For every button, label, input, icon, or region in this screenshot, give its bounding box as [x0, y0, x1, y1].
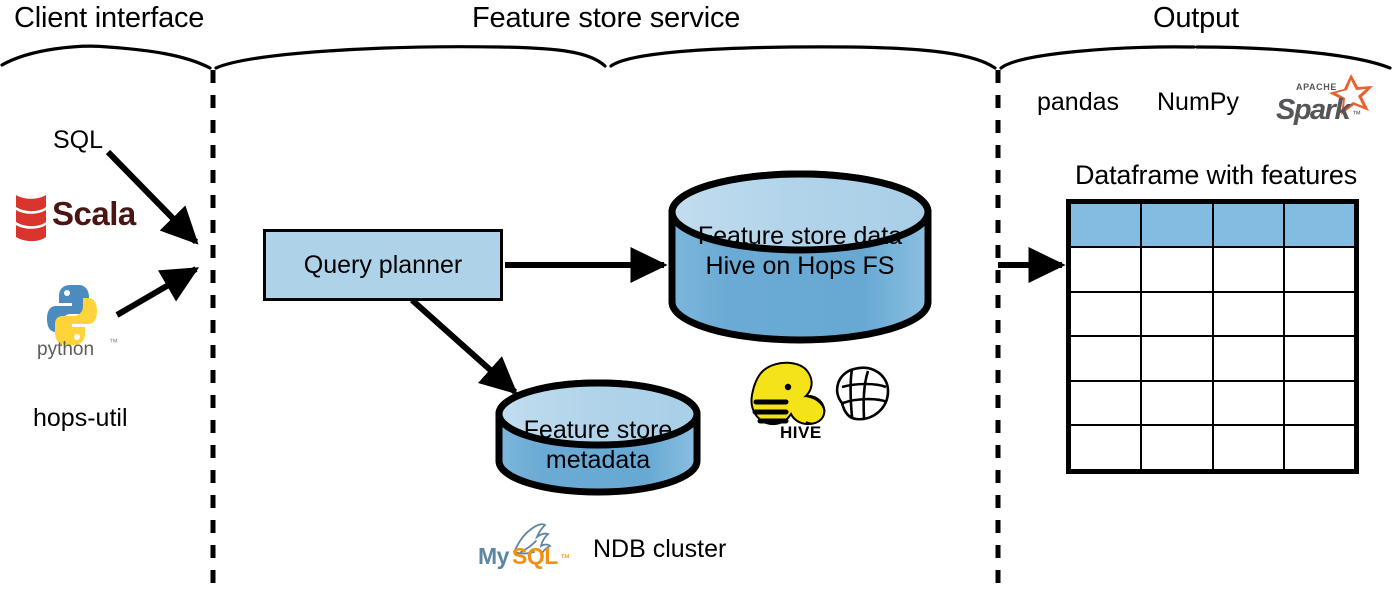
dataframe-cell [1211, 379, 1285, 427]
query-planner-label: Query planner [303, 250, 463, 279]
scala-label: Scala [52, 195, 136, 232]
dataframe-cell [1211, 246, 1285, 293]
spark-apache-label: APACHE [1296, 82, 1337, 92]
mysql-label-sql: SQL [512, 543, 558, 569]
dataframe-cell [1140, 379, 1214, 427]
dataframe-row [1068, 379, 1357, 427]
spark-label: Spark [1276, 94, 1351, 126]
hops-fs-icon [835, 366, 890, 421]
hive-icon: HIVE [750, 361, 826, 442]
spark-trademark: ™ [1352, 109, 1361, 119]
dataframe-cell [1140, 290, 1214, 338]
dataframe-row [1068, 246, 1357, 293]
feature-store-metadata-line1: Feature store [523, 416, 673, 444]
dataframe-cell [1068, 246, 1143, 293]
feature-store-data-label: Feature store data Hive on Hops FS [672, 222, 928, 281]
dataframe-header-cell [1282, 202, 1357, 248]
dataframe-cell [1211, 335, 1285, 382]
sql-label: SQL [53, 126, 104, 154]
dataframe-cell [1068, 424, 1143, 471]
dataframe-cell [1068, 335, 1143, 382]
dataframe-cell [1282, 379, 1357, 427]
brace-client-interface [0, 44, 212, 70]
python-icon [47, 285, 97, 345]
section-title-client-interface: Client interface [14, 2, 205, 34]
dataframe-cell [1140, 246, 1214, 293]
feature-store-metadata-label: Feature store metadata [499, 416, 697, 475]
feature-store-data-line1: Feature store data [697, 222, 903, 250]
dataframe-cell [1282, 246, 1357, 293]
pandas-label: pandas [1037, 88, 1120, 116]
dataframe-body [1068, 202, 1357, 471]
section-title-feature-store-service: Feature store service [472, 2, 741, 34]
dataframe-header-cell [1140, 202, 1214, 248]
numpy-label: NumPy [1157, 88, 1239, 116]
dataframe-cell [1140, 424, 1214, 471]
dataframe-cell [1282, 424, 1357, 471]
dataframe-header-cell [1211, 202, 1285, 248]
python-label: python [37, 339, 95, 360]
python-trademark: ™ [109, 337, 118, 347]
dataframe-cell [1211, 290, 1285, 338]
dataframe-header-cell [1068, 202, 1143, 248]
diagram-canvas: HIVE Client interface Feature store serv… [0, 0, 1394, 590]
brace-output [999, 45, 1392, 70]
dataframe-cell [1282, 335, 1357, 382]
brace-feature-store-service [214, 45, 997, 70]
arrow-planner-to-metadata [410, 297, 518, 395]
dataframe-table[interactable] [1066, 199, 1359, 474]
dataframe-cell [1211, 424, 1285, 471]
feature-store-data-line2: Hive on Hops FS [705, 251, 895, 280]
dataframe-caption: Dataframe with features [1075, 160, 1358, 190]
query-planner-box[interactable]: Query planner [263, 229, 503, 301]
arrow-python-to-interface [115, 266, 200, 318]
feature-store-metadata-line2: metadata [545, 445, 651, 474]
dataframe-grid [1068, 202, 1357, 471]
dataframe-header-row [1068, 202, 1357, 248]
dataframe-row [1068, 335, 1357, 382]
dataframe-cell [1140, 335, 1214, 382]
dataframe-cell [1068, 290, 1143, 338]
dataframe-cell [1282, 290, 1357, 338]
dataframe-row [1068, 290, 1357, 338]
mysql-label-my: My [478, 543, 509, 569]
dataframe-row [1068, 424, 1357, 471]
svg-text:HIVE: HIVE [780, 423, 822, 442]
dataframe-cell [1068, 379, 1143, 427]
scala-icon [16, 195, 46, 242]
hops-util-label: hops-util [33, 404, 128, 432]
section-title-output: Output [1153, 2, 1239, 34]
ndb-cluster-label: NDB cluster [593, 535, 727, 563]
mysql-trademark: ™ [560, 553, 570, 564]
